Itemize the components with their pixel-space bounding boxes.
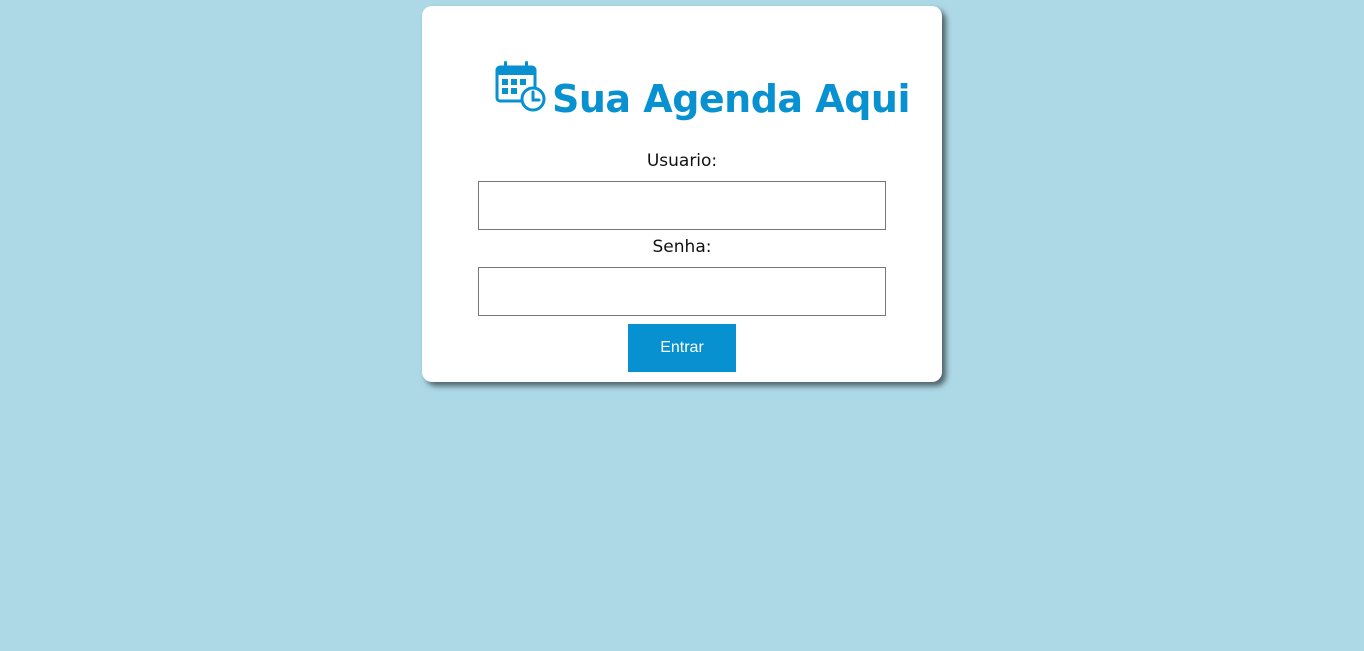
login-button[interactable]: Entrar [628, 324, 736, 372]
brand-header: Sua Agenda Aqui [495, 52, 911, 122]
login-card: Sua Agenda Aqui Usuario: Senha: Entrar [422, 6, 942, 382]
username-label: Usuario: [646, 151, 718, 171]
password-label: Senha: [652, 237, 712, 257]
calendar-clock-icon [495, 61, 546, 112]
password-input[interactable] [478, 267, 886, 316]
username-input[interactable] [478, 181, 886, 230]
page-title: Sua Agenda Aqui [552, 77, 911, 121]
